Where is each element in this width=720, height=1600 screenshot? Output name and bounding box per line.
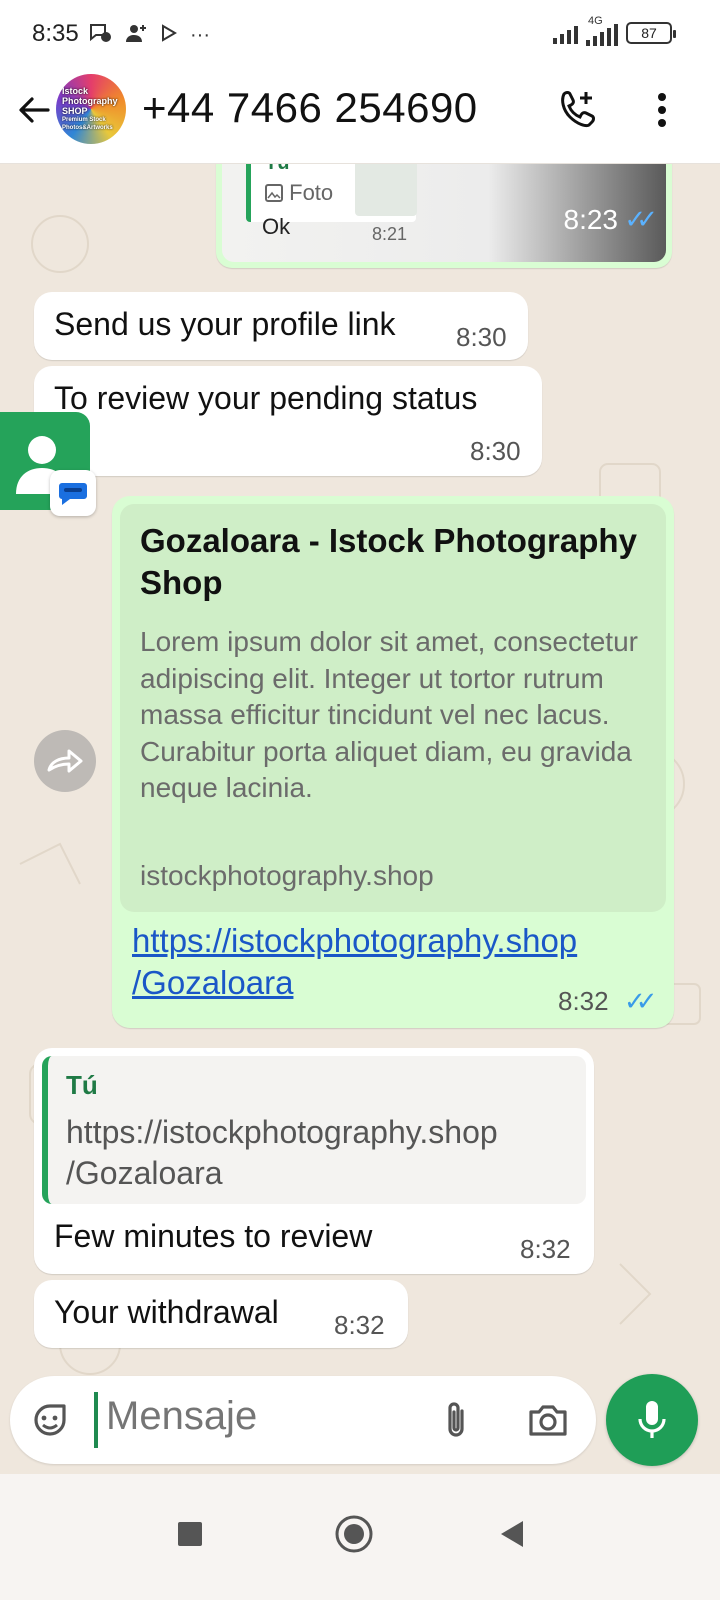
attach-icon	[448, 1402, 464, 1437]
forward-icon	[47, 749, 83, 773]
quote-line: /Gozaloara	[66, 1155, 223, 1191]
read-ticks-icon: ✓✓	[624, 204, 657, 234]
forward-button[interactable]	[34, 730, 96, 792]
add-call-button[interactable]	[550, 82, 606, 138]
status-notification-icons: ···	[88, 22, 210, 49]
image-reply-time: 8:21	[372, 224, 408, 244]
messages-icon	[59, 483, 87, 505]
message-time: 8:32	[520, 1234, 571, 1264]
messages-app-badge[interactable]	[50, 470, 96, 516]
message-text: Few minutes to review	[54, 1218, 373, 1254]
recents-icon	[178, 1522, 202, 1546]
message-time: 8:32	[558, 986, 609, 1016]
battery-level: 87	[641, 25, 657, 41]
preview-title: Gozaloara - Istock Photography Shop	[140, 522, 637, 601]
message-time: 8:30	[470, 436, 521, 466]
link-line[interactable]: https://istockphotography.shop	[132, 920, 652, 962]
read-ticks-icon: ✓✓	[624, 986, 657, 1016]
chat-header: Istock Photography SHOP Premium Stock Ph…	[0, 70, 720, 164]
emoji-button[interactable]	[28, 1398, 72, 1442]
chat-area[interactable]: Tú Foto Ok 8:21 8:23 ✓✓ Send us your pro…	[0, 164, 720, 1474]
message-time: 8:30	[456, 322, 507, 352]
person-add-icon	[124, 22, 148, 49]
message-text: To review your pending status	[54, 380, 478, 416]
network-type-label: 4G	[588, 15, 603, 27]
avatar-text-line: Premium Stock	[62, 117, 106, 123]
incoming-message[interactable]: To review your pending status 8:30	[34, 366, 542, 476]
contact-avatar[interactable]: Istock Photography SHOP Premium Stock Ph…	[56, 74, 126, 144]
quote-author: Tú	[265, 164, 289, 175]
quote-photo-text: Foto	[289, 180, 334, 205]
home-icon	[335, 1515, 373, 1553]
more-vert-icon	[658, 93, 666, 127]
camera-button[interactable]	[522, 1396, 574, 1444]
message-text: Send us your profile link	[54, 306, 396, 342]
avatar-text-line: SHOP	[62, 106, 88, 116]
incoming-message[interactable]: Your withdrawal 8:32	[34, 1280, 408, 1348]
message-time: 8:23	[563, 204, 619, 235]
back-button[interactable]	[12, 88, 56, 132]
voice-record-button[interactable]	[606, 1374, 698, 1466]
status-system-icons: 4G 87	[553, 16, 676, 46]
quote-author: Tú	[66, 1070, 98, 1100]
quoted-message[interactable]: Tú https://istockphotography.shop /Gozal…	[42, 1056, 586, 1204]
more-notifications-icon: ···	[190, 24, 210, 46]
text-caret	[94, 1392, 98, 1448]
message-input[interactable]	[106, 1394, 426, 1439]
contact-name[interactable]: +44 7466 254690	[142, 84, 478, 132]
nav-back-icon	[501, 1521, 523, 1547]
attach-button[interactable]	[432, 1396, 480, 1444]
emoji-icon	[34, 1404, 66, 1436]
home-button[interactable]	[324, 1504, 384, 1564]
battery-icon: 87	[626, 22, 676, 44]
nav-back-button[interactable]	[482, 1504, 542, 1564]
incoming-message[interactable]: Send us your profile link 8:30	[34, 292, 528, 360]
message-composer	[10, 1376, 596, 1464]
quote-photo-label: Foto	[265, 180, 333, 206]
play-store-icon	[160, 23, 178, 48]
message-text: Your withdrawal	[54, 1294, 279, 1330]
back-arrow-icon	[19, 97, 50, 123]
avatar-text-line: Photos&Artworks	[62, 125, 113, 131]
mic-icon	[638, 1401, 666, 1438]
recents-button[interactable]	[160, 1504, 220, 1564]
image-thumbnail[interactable]: Tú Foto Ok 8:21 8:23 ✓✓	[222, 164, 666, 262]
preview-description: Lorem ipsum dolor sit amet, consectetur …	[140, 626, 638, 803]
system-navigation-bar	[0, 1474, 720, 1600]
outgoing-link-message[interactable]: Gozaloara - Istock Photography Shop Lore…	[112, 496, 674, 1028]
avatar-text-line: Photography	[62, 96, 118, 106]
incoming-reply-message[interactable]: Tú https://istockphotography.shop /Gozal…	[34, 1048, 594, 1274]
quote-text: https://istockphotography.shop /Gozaloar…	[66, 1112, 586, 1194]
add-call-icon	[561, 91, 595, 128]
image-message[interactable]: Tú Foto Ok 8:21 8:23 ✓✓	[216, 164, 672, 268]
more-options-button[interactable]	[640, 82, 684, 138]
mobile-data-icon: 4G	[586, 16, 618, 46]
status-time: 8:35	[32, 20, 79, 47]
avatar-text-line: Istock	[62, 86, 89, 96]
image-reply-text: Ok	[262, 214, 291, 239]
preview-domain: istockphotography.shop	[140, 860, 434, 891]
message-time: 8:32	[334, 1310, 385, 1340]
camera-icon	[529, 1405, 567, 1436]
chat-notification-icon	[88, 22, 112, 49]
quote-line: https://istockphotography.shop	[66, 1114, 498, 1150]
status-bar: 8:35 ··· 4G 87	[0, 0, 720, 70]
link-preview[interactable]: Gozaloara - Istock Photography Shop Lore…	[120, 504, 666, 912]
signal-strength-icon	[553, 22, 578, 44]
quote-thumbnail	[355, 164, 417, 216]
photo-icon	[265, 184, 283, 202]
